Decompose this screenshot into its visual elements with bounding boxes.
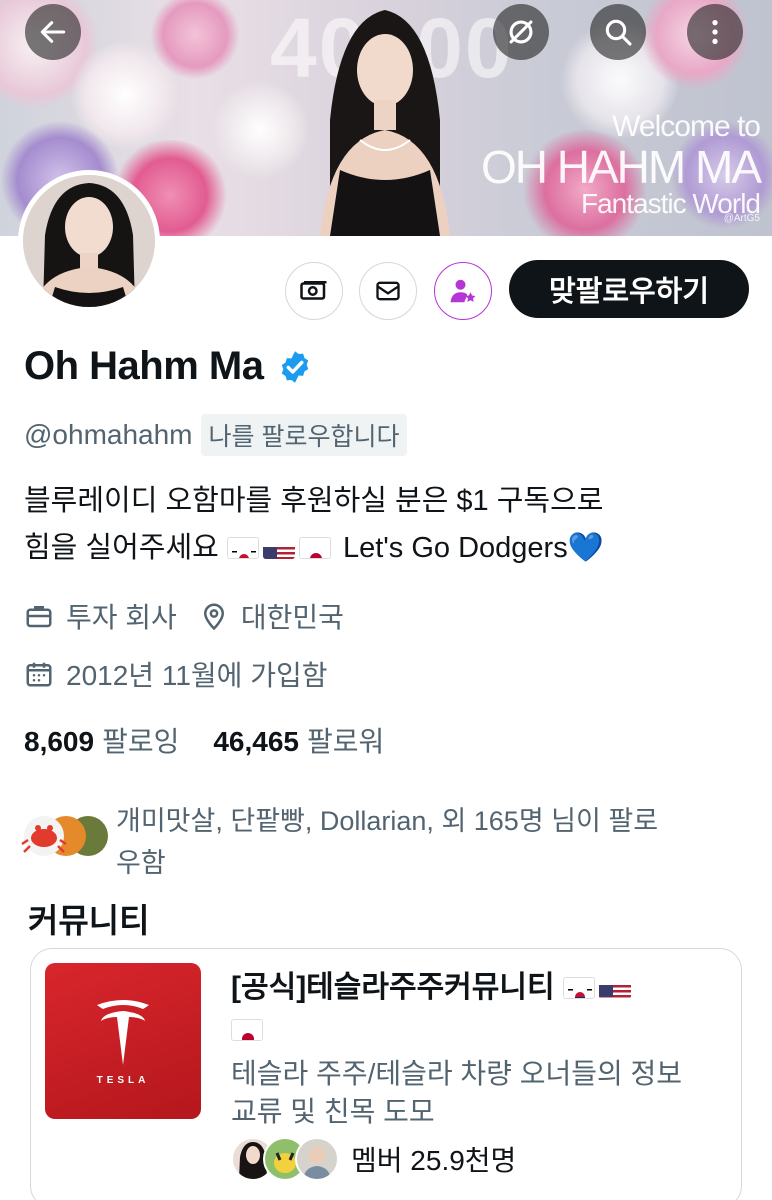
usa-flag-icon — [598, 977, 631, 999]
followers-count: 46,465 — [213, 726, 299, 757]
verified-badge-icon[interactable] — [277, 349, 313, 385]
profile-joined-row: 2012년 11월에 가입함 — [24, 654, 327, 694]
briefcase-icon — [26, 606, 52, 628]
follows-you-badge: 나를 팔로우합니다 — [200, 414, 408, 456]
subscribe-tip-button[interactable] — [285, 262, 343, 320]
banner-credit: @ArtG5 — [723, 213, 760, 224]
korea-flag-icon — [562, 977, 595, 999]
member-avatars — [231, 1137, 341, 1181]
follow-stats: 8,609 팔로잉 46,465 팔로워 — [24, 720, 418, 760]
bio-line-2-text: 힘을 실어주세요 — [24, 532, 219, 564]
followers-label: 팔로워 — [307, 726, 385, 757]
korea-flag-icon — [226, 537, 259, 559]
following-count: 8,609 — [24, 726, 95, 757]
member-avatar — [295, 1137, 339, 1181]
slash-circle-icon — [509, 20, 533, 44]
profile-joined-date: 2012년 11월에 가입함 — [66, 660, 328, 691]
bio-line-2: 힘을 실어주세요 Let's Go Dodgers💙 — [24, 525, 764, 572]
subscription-button[interactable] — [434, 262, 492, 320]
followed-by-text: 개미맛살, 단팥빵, Dollarian, 외 165명 님이 팔로우함 — [116, 806, 659, 878]
community-description: 테슬라 주주/테슬라 차량 오너들의 정보 교류 및 친목 도모 — [231, 1058, 683, 1127]
community-member-count: 멤버 25.9천명 — [351, 1145, 517, 1176]
banner-subtitle-line: Fantastic World — [581, 188, 761, 219]
community-card[interactable]: TESLA [공식]테슬라주주커뮤니티 테슬라 주주/테슬라 차량 오너들의 정… — [30, 948, 742, 1200]
bio-line-2-suffix: Let's Go Dodgers — [334, 532, 568, 564]
followers-link[interactable]: 46,465 팔로워 — [213, 720, 384, 760]
profile-bio: 블루레이디 오함마를 후원하실 분은 $1 구독으로 힘을 실어주세요 Let'… — [24, 478, 764, 572]
arrow-left-icon — [40, 21, 66, 43]
mail-icon — [376, 281, 400, 301]
user-handle: @ohmahahm — [24, 419, 193, 450]
message-button[interactable] — [359, 262, 417, 320]
avatar-image — [23, 175, 155, 307]
japan-flag-icon — [231, 1019, 263, 1041]
handle-row: @ohmahahm 나를 팔로우합니다 — [24, 414, 408, 456]
community-title-text: [공식]테슬라주주커뮤니티 — [231, 971, 555, 1004]
grok-button[interactable] — [493, 4, 549, 60]
money-icon — [300, 281, 327, 300]
tesla-logo: TESLA — [45, 963, 201, 1119]
profile-name: Oh Hahm Ma — [24, 344, 313, 389]
display-name: Oh Hahm Ma — [24, 344, 264, 388]
banner-portrait — [320, 10, 450, 236]
blue-heart-icon: 💙 — [567, 532, 604, 564]
avatar[interactable] — [18, 170, 160, 312]
more-options-button[interactable] — [687, 4, 743, 60]
profile-location: 대한민국 — [240, 602, 344, 633]
search-button[interactable] — [590, 4, 646, 60]
calendar-icon — [26, 662, 52, 687]
following-link[interactable]: 8,609 팔로잉 — [24, 720, 179, 760]
tesla-wordmark: TESLA — [96, 1074, 150, 1086]
followed-by-avatars — [18, 810, 110, 866]
back-button[interactable] — [25, 4, 81, 60]
more-vertical-icon — [712, 20, 718, 44]
profile-category: 투자 회사 — [66, 602, 177, 633]
search-icon — [605, 19, 632, 46]
profile-meta-row: 투자 회사 대한민국 — [24, 596, 344, 636]
tesla-t-icon — [97, 999, 149, 1065]
banner-title-line: OH HAHM MA — [481, 141, 762, 193]
community-title: [공식]테슬라주주커뮤니티 — [231, 967, 721, 1051]
user-star-icon — [450, 279, 476, 303]
usa-flag-icon — [262, 537, 295, 559]
bio-line-1: 블루레이디 오함마를 후원하실 분은 $1 구독으로 — [24, 485, 604, 517]
community-heading: 커뮤니티 — [28, 902, 150, 939]
following-label: 팔로잉 — [102, 726, 180, 757]
followed-by-row[interactable]: 개미맛살, 단팥빵, Dollarian, 외 165명 님이 팔로우함 — [18, 800, 676, 884]
location-pin-icon — [203, 603, 224, 631]
banner-welcome-text: Welcome to OH HAHM MA Fantastic World — [481, 110, 762, 219]
community-members: 멤버 25.9천명 — [231, 1137, 516, 1181]
japan-flag-icon — [298, 537, 331, 559]
follow-back-button[interactable]: 맞팔로우하기 — [509, 260, 749, 318]
banner-welcome-line: Welcome to — [612, 110, 761, 143]
